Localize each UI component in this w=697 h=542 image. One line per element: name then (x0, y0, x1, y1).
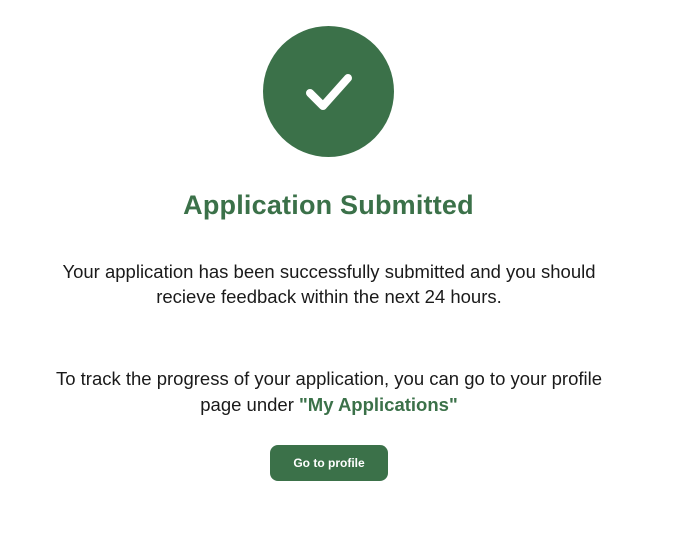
go-to-profile-button[interactable]: Go to profile (270, 445, 388, 481)
page-title: Application Submitted (183, 190, 474, 220)
success-message: Your application has been successfully s… (62, 261, 596, 307)
my-applications-link[interactable]: "My Applications" (299, 394, 458, 415)
tracking-instructions: To track the progress of your applicatio… (40, 366, 618, 418)
success-badge (263, 26, 394, 157)
checkmark-icon (305, 73, 352, 110)
confirmation-panel: Application Submitted Your application h… (0, 0, 697, 542)
